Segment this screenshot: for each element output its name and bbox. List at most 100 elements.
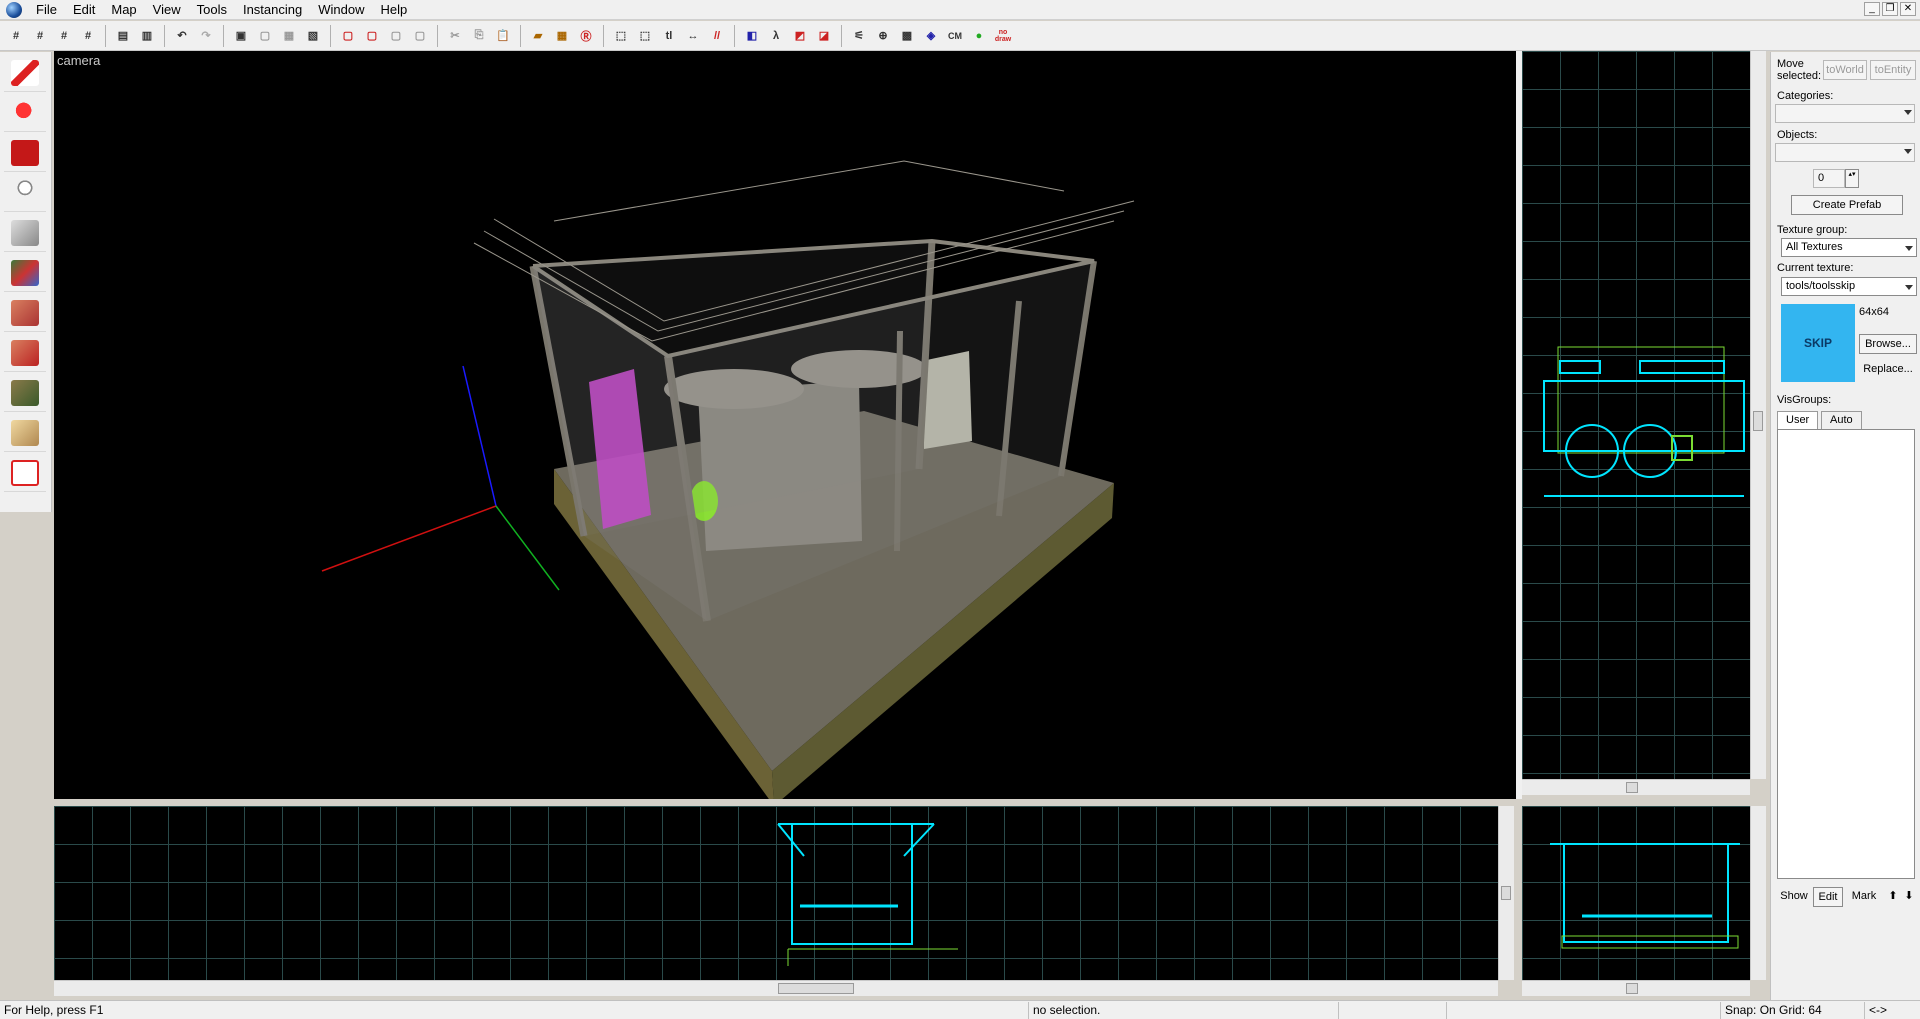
current-texture-dropdown[interactable]: tools/toolsskip bbox=[1781, 277, 1917, 296]
check-problems-icon[interactable]: λ bbox=[765, 25, 787, 47]
scroll-thumb[interactable] bbox=[1753, 411, 1763, 431]
leaf-icon[interactable]: ● bbox=[968, 25, 990, 47]
menu-instancing[interactable]: Instancing bbox=[235, 0, 310, 20]
nodraw-toggle[interactable]: no draw bbox=[992, 25, 1014, 47]
scroll-thumb[interactable] bbox=[778, 983, 854, 994]
side-vertical-scrollbar[interactable] bbox=[1750, 806, 1766, 980]
paste-special-icon[interactable]: ▧ bbox=[302, 25, 324, 47]
texture-scale-lock-icon[interactable]: ▦ bbox=[551, 25, 573, 47]
flip-icon[interactable]: ↔ bbox=[682, 25, 704, 47]
move-up-button[interactable]: ⬆ bbox=[1885, 887, 1901, 905]
browse-button[interactable]: Browse... bbox=[1859, 334, 1917, 354]
texture-lock-icon[interactable]: ▰ bbox=[527, 25, 549, 47]
categories-dropdown[interactable] bbox=[1775, 104, 1915, 123]
restore-button[interactable]: ❐ bbox=[1882, 2, 1898, 16]
magnify-tool[interactable] bbox=[4, 94, 46, 132]
mark-button[interactable]: Mark bbox=[1847, 887, 1881, 905]
front-viewport[interactable] bbox=[54, 806, 1498, 980]
menu-map[interactable]: Map bbox=[103, 0, 144, 20]
paste-icon[interactable]: 📋 bbox=[492, 25, 514, 47]
move-down-button[interactable]: ⬇ bbox=[1901, 887, 1917, 905]
compile-icon[interactable]: ◧ bbox=[741, 25, 763, 47]
lighting-preview-icon[interactable]: ◈ bbox=[920, 25, 942, 47]
visgroups-list[interactable] bbox=[1777, 429, 1915, 879]
minimize-button[interactable]: _ bbox=[1864, 2, 1880, 16]
menu-window[interactable]: Window bbox=[310, 0, 372, 20]
3d-render-mode-icon[interactable]: ▩ bbox=[896, 25, 918, 47]
top-horizontal-scrollbar[interactable] bbox=[1522, 779, 1750, 795]
texture-group-dropdown[interactable]: All Textures bbox=[1781, 238, 1917, 257]
selection-tool[interactable] bbox=[4, 54, 46, 92]
scroll-thumb[interactable] bbox=[1501, 886, 1511, 900]
hide-selected-icon[interactable]: ▢ bbox=[337, 25, 359, 47]
close-button[interactable]: ✕ bbox=[1900, 2, 1916, 16]
decal-tool[interactable] bbox=[4, 334, 46, 372]
scroll-thumb[interactable] bbox=[1626, 983, 1638, 994]
radius-culling-icon[interactable]: Ⓡ bbox=[575, 25, 597, 47]
toggle-helpers-icon[interactable]: ⚟ bbox=[848, 25, 870, 47]
objects-dropdown[interactable] bbox=[1775, 143, 1915, 162]
top-vertical-scrollbar[interactable] bbox=[1750, 51, 1766, 779]
menu-view[interactable]: View bbox=[145, 0, 189, 20]
toolbar-separator bbox=[223, 24, 224, 47]
carve-icon[interactable]: ▣ bbox=[230, 25, 252, 47]
block-tool[interactable] bbox=[4, 214, 46, 252]
spinner-value[interactable]: 0 bbox=[1813, 169, 1845, 188]
side-viewport[interactable] bbox=[1522, 806, 1750, 980]
group-icon[interactable]: ▤ bbox=[112, 25, 134, 47]
entity-report-icon[interactable]: ◩ bbox=[789, 25, 811, 47]
front-vertical-scrollbar[interactable] bbox=[1498, 806, 1514, 980]
grid-toggle-icon[interactable]: # bbox=[5, 25, 27, 47]
side-horizontal-scrollbar[interactable] bbox=[1522, 980, 1750, 996]
scroll-thumb[interactable] bbox=[1626, 782, 1638, 793]
texture-application-tool[interactable] bbox=[4, 254, 46, 292]
texture-preview[interactable]: SKIP bbox=[1781, 304, 1855, 382]
app-globe-icon bbox=[6, 1, 22, 18]
create-prefab-button[interactable]: Create Prefab bbox=[1791, 195, 1903, 215]
goto-brush-icon[interactable]: ◪ bbox=[813, 25, 835, 47]
camera-viewport[interactable]: camera bbox=[54, 51, 1516, 806]
select-all-icon[interactable]: ▢ bbox=[385, 25, 407, 47]
transform-icon[interactable]: tl bbox=[658, 25, 680, 47]
edit-button[interactable]: Edit bbox=[1813, 887, 1843, 907]
vertex-tool[interactable] bbox=[4, 454, 46, 492]
redo-icon[interactable]: ↷ bbox=[195, 25, 217, 47]
ungroup-icon[interactable]: ▥ bbox=[136, 25, 158, 47]
apply-current-texture-tool[interactable] bbox=[4, 294, 46, 332]
replace-button[interactable]: Replace... bbox=[1859, 360, 1917, 378]
overlay-tool[interactable] bbox=[4, 374, 46, 412]
undo-icon[interactable]: ↶ bbox=[171, 25, 193, 47]
top-viewport[interactable] bbox=[1522, 51, 1750, 779]
viewport-label: camera bbox=[57, 53, 101, 68]
hollow-icon[interactable]: ▢ bbox=[254, 25, 276, 47]
show-button[interactable]: Show bbox=[1777, 887, 1811, 905]
cut-icon[interactable]: ✂ bbox=[444, 25, 466, 47]
smaller-grid-icon[interactable]: # bbox=[53, 25, 75, 47]
menu-tools[interactable]: Tools bbox=[189, 0, 235, 20]
tab-user[interactable]: User bbox=[1777, 411, 1819, 429]
front-horizontal-scrollbar[interactable] bbox=[54, 980, 1498, 996]
entity-tool[interactable] bbox=[4, 174, 46, 212]
tab-auto[interactable]: Auto bbox=[1821, 411, 1862, 429]
select-by-handles-icon[interactable]: ⬚ bbox=[634, 25, 656, 47]
cordon-button[interactable]: CM bbox=[944, 25, 966, 47]
spinner-arrows[interactable]: ▴▾ bbox=[1845, 169, 1859, 188]
to-entity-button[interactable]: toEntity bbox=[1870, 60, 1916, 80]
tie-icon[interactable]: ▦ bbox=[278, 25, 300, 47]
clipping-tool[interactable] bbox=[4, 414, 46, 452]
copy-icon[interactable]: ⎘ bbox=[468, 25, 490, 47]
camera-tool[interactable] bbox=[4, 134, 46, 172]
menu-file[interactable]: File bbox=[28, 0, 65, 20]
current-texture-label: Current texture: bbox=[1777, 262, 1854, 274]
align-icon[interactable]: // bbox=[706, 25, 728, 47]
object-panel: Move selected: toWorld toEntity Categori… bbox=[1770, 52, 1920, 1000]
select-box-icon[interactable]: ⬚ bbox=[610, 25, 632, 47]
show-hidden-icon[interactable]: ▢ bbox=[361, 25, 383, 47]
3d-grid-icon[interactable]: # bbox=[29, 25, 51, 47]
menu-help[interactable]: Help bbox=[372, 0, 415, 20]
larger-grid-icon[interactable]: # bbox=[77, 25, 99, 47]
visgroup-icon[interactable]: ▢ bbox=[409, 25, 431, 47]
to-world-button[interactable]: toWorld bbox=[1823, 60, 1867, 80]
model-preview-icon[interactable]: ⊕ bbox=[872, 25, 894, 47]
menu-edit[interactable]: Edit bbox=[65, 0, 103, 20]
